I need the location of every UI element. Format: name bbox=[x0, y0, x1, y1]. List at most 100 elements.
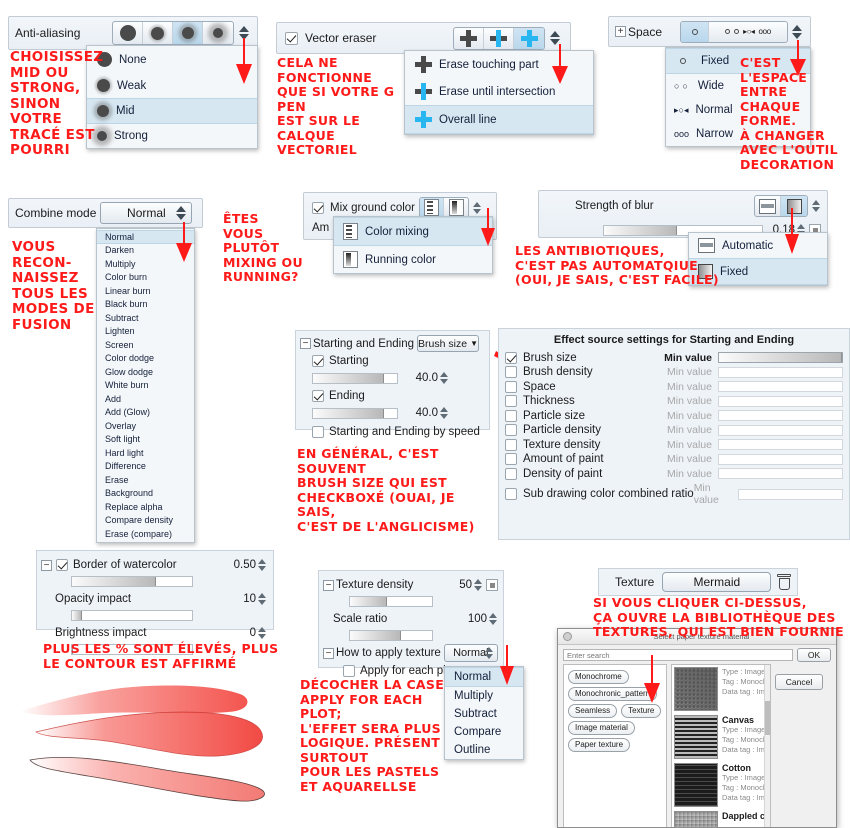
close-icon[interactable] bbox=[563, 632, 572, 641]
how-to-apply-item[interactable]: Subtract bbox=[445, 705, 523, 723]
mix-color-dropdown[interactable]: Color mixing Running color bbox=[333, 216, 493, 274]
space-segmented[interactable]: ▸○◂ ooo bbox=[680, 20, 788, 43]
how-to-apply-combo[interactable]: Normal bbox=[443, 643, 498, 663]
effect-source-checkbox[interactable] bbox=[505, 409, 517, 422]
effect-source-checkbox[interactable] bbox=[505, 453, 517, 465]
effect-source-checkbox[interactable] bbox=[505, 351, 517, 364]
anti-aliasing-segmented[interactable] bbox=[112, 21, 234, 45]
combine-mode-item[interactable]: Subtract bbox=[97, 311, 194, 325]
delete-texture-icon[interactable] bbox=[777, 574, 792, 590]
combine-mode-item[interactable]: Erase bbox=[97, 473, 194, 487]
combine-mode-item[interactable]: Background bbox=[97, 487, 194, 501]
combine-mode-item[interactable]: Erase (compare) bbox=[97, 527, 194, 541]
opacity-impact-slider[interactable] bbox=[71, 610, 193, 621]
texture-tag[interactable]: Texture bbox=[621, 703, 662, 718]
space-expand-icon[interactable]: + bbox=[615, 26, 626, 37]
texture-dialog-cancel-button[interactable]: Cancel bbox=[775, 674, 823, 690]
min-value-slider[interactable] bbox=[737, 488, 843, 500]
combine-mode-item[interactable]: Black burn bbox=[97, 298, 194, 312]
watercolor-collapse-icon[interactable]: − bbox=[41, 559, 52, 571]
vector-eraser-checkbox[interactable] bbox=[285, 31, 298, 45]
texture-list-item[interactable]: Type : Image m Tag : Monochro Data tag : I… bbox=[674, 667, 770, 711]
blur-spinner[interactable] bbox=[810, 196, 821, 216]
mix-color-running-option[interactable] bbox=[444, 198, 468, 217]
combine-mode-item[interactable]: Hard light bbox=[97, 446, 194, 460]
starting-slider[interactable] bbox=[312, 372, 398, 384]
texture-list-item[interactable]: Cotton Type : Image m Tag : Monochro Data t… bbox=[674, 763, 770, 807]
combine-mode-item[interactable]: Overlay bbox=[97, 419, 194, 433]
texture-density-collapse-icon[interactable]: − bbox=[323, 579, 334, 591]
how-to-apply-item[interactable]: Compare bbox=[445, 723, 523, 741]
min-value-slider[interactable] bbox=[718, 410, 843, 421]
effect-source-checkbox[interactable] bbox=[505, 380, 517, 393]
combine-mode-item[interactable]: Add bbox=[97, 392, 194, 406]
mix-color-item-running[interactable]: Running color bbox=[334, 246, 492, 273]
combine-mode-item[interactable]: White burn bbox=[97, 379, 194, 393]
scale-ratio-slider[interactable] bbox=[349, 630, 433, 641]
texture-search-input[interactable] bbox=[563, 649, 793, 661]
min-value-slider[interactable] bbox=[718, 424, 843, 436]
apply-for-each-plot-checkbox[interactable] bbox=[343, 665, 355, 677]
aa-option-strong[interactable] bbox=[203, 22, 233, 44]
combine-mode-item[interactable]: Compare density bbox=[97, 514, 194, 528]
by-speed-checkbox[interactable] bbox=[312, 426, 324, 438]
texture-item-list[interactable]: Type : Image m Tag : Monochro Data tag : I… bbox=[671, 664, 771, 827]
space-options-group[interactable]: ▸○◂ ooo bbox=[709, 22, 787, 42]
ending-checkbox[interactable] bbox=[312, 390, 324, 402]
effect-source-checkbox[interactable] bbox=[505, 395, 517, 407]
vector-eraser-segmented[interactable] bbox=[453, 26, 545, 50]
how-to-apply-item[interactable]: Outline bbox=[445, 741, 523, 759]
combine-mode-item[interactable]: Screen bbox=[97, 338, 194, 352]
min-value-slider[interactable] bbox=[718, 395, 843, 407]
scale-ratio-spinner[interactable] bbox=[487, 609, 498, 629]
texture-density-spinner[interactable] bbox=[472, 575, 483, 595]
combine-mode-item[interactable]: Soft light bbox=[97, 433, 194, 447]
aa-item-strong[interactable]: Strong bbox=[87, 124, 257, 148]
starting-ending-collapse-icon[interactable]: − bbox=[300, 338, 311, 349]
aa-item-mid[interactable]: Mid bbox=[87, 98, 257, 124]
texture-list-item[interactable]: Canvas Type : Image m Tag : Monochro Data t… bbox=[674, 715, 770, 759]
aa-option-weak[interactable] bbox=[143, 22, 173, 44]
eraser-mode-intersection[interactable] bbox=[484, 27, 514, 49]
effect-source-checkbox[interactable] bbox=[505, 488, 517, 500]
space-option-fixed[interactable] bbox=[681, 21, 709, 42]
border-of-watercolor-checkbox[interactable] bbox=[56, 559, 68, 571]
ending-slider[interactable] bbox=[312, 407, 398, 419]
texture-library-dialog[interactable]: Select paper texture material OK Monochr… bbox=[557, 628, 837, 828]
starting-checkbox[interactable] bbox=[312, 355, 324, 367]
min-value-slider[interactable] bbox=[718, 381, 843, 392]
effect-source-checkbox[interactable] bbox=[505, 438, 517, 451]
combine-mode-item[interactable]: Add (Glow) bbox=[97, 406, 194, 420]
eraser-item-overall[interactable]: Overall line bbox=[405, 105, 593, 134]
opacity-impact-spinner[interactable] bbox=[256, 589, 267, 609]
combine-mode-spinner[interactable] bbox=[174, 202, 188, 224]
combine-mode-item[interactable]: Linear burn bbox=[97, 284, 194, 298]
eraser-mode-overall[interactable] bbox=[514, 27, 544, 49]
how-to-apply-collapse-icon[interactable]: − bbox=[323, 647, 334, 659]
texture-density-slider[interactable] bbox=[349, 596, 433, 607]
texture-selector-button[interactable]: Mermaid bbox=[662, 572, 772, 592]
mix-color-item-mixing[interactable]: Color mixing bbox=[334, 217, 492, 246]
texture-density-reset-button[interactable] bbox=[486, 579, 498, 591]
combine-mode-list[interactable]: Normal Darken Multiply Color burn Linear bur… bbox=[97, 230, 194, 541]
border-of-watercolor-spinner[interactable] bbox=[256, 555, 267, 575]
min-value-slider[interactable] bbox=[718, 468, 843, 479]
aa-option-mid[interactable] bbox=[173, 22, 203, 44]
combine-mode-dropdown[interactable]: Normal Darken Multiply Color burn Linear bur… bbox=[96, 228, 195, 543]
combine-mode-item[interactable]: Lighten bbox=[97, 325, 194, 339]
texture-tag[interactable]: Paper texture bbox=[568, 737, 631, 752]
texture-dialog-ok-button[interactable]: OK bbox=[797, 648, 831, 662]
mix-ground-color-checkbox[interactable] bbox=[312, 201, 324, 214]
effect-source-checkbox[interactable] bbox=[505, 366, 517, 378]
combine-mode-item[interactable]: Color burn bbox=[97, 271, 194, 285]
how-to-apply-item[interactable]: Multiply bbox=[445, 687, 523, 705]
min-value-slider[interactable] bbox=[718, 439, 843, 450]
texture-tag[interactable]: Image material bbox=[568, 720, 635, 735]
border-of-watercolor-slider[interactable] bbox=[71, 576, 193, 587]
mix-color-mixing-option[interactable] bbox=[420, 198, 445, 217]
starting-spinner[interactable] bbox=[438, 368, 449, 388]
effect-source-checkbox[interactable] bbox=[505, 467, 517, 480]
how-to-apply-spinner[interactable] bbox=[484, 643, 495, 663]
mix-color-segmented[interactable] bbox=[419, 197, 470, 218]
texture-tag[interactable]: Seamless bbox=[568, 703, 618, 718]
